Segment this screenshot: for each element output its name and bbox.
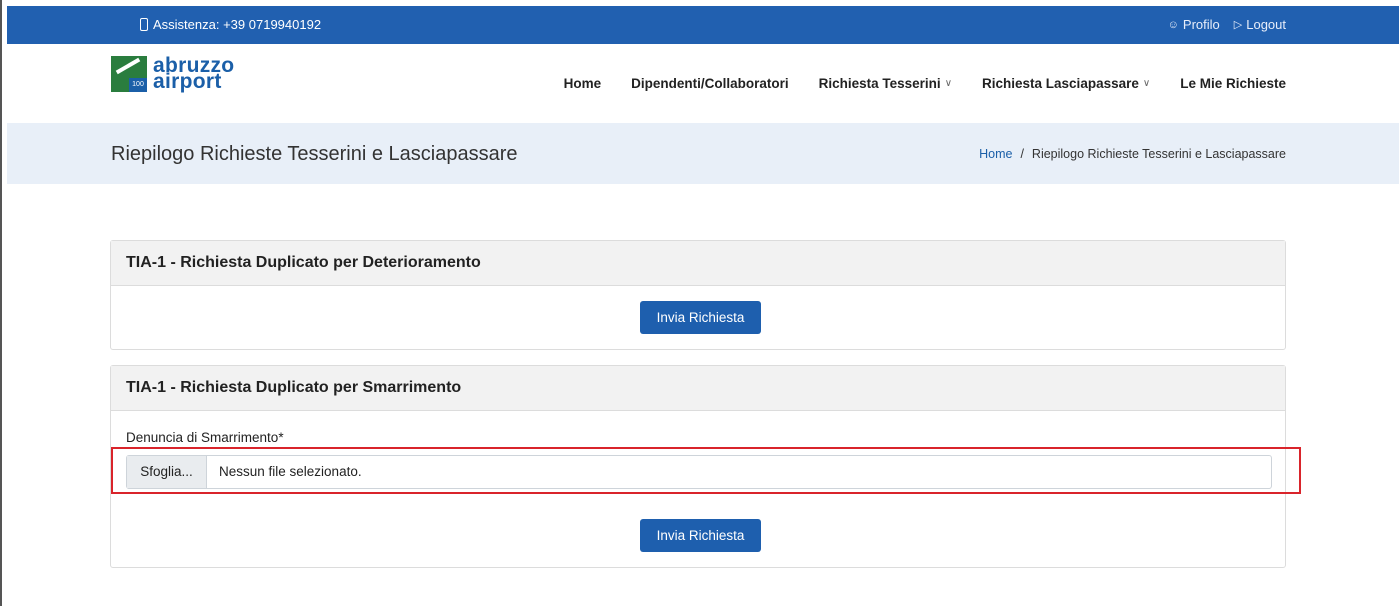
page: Assistenza: +39 0719940192 ☺ Profilo ▷ L… (7, 0, 1399, 606)
phone-icon (140, 18, 148, 31)
highlight-box (111, 447, 1301, 494)
logout-link[interactable]: ▷ Logout (1234, 17, 1286, 32)
breadcrumb-current: Riepilogo Richieste Tesserini e Lasciapa… (1031, 147, 1286, 161)
top-bar: Assistenza: +39 0719940192 ☺ Profilo ▷ L… (7, 6, 1399, 44)
card-title: TIA-1 - Richiesta Duplicato per Smarrime… (111, 366, 1285, 411)
left-edge-rule (0, 0, 2, 606)
chevron-down-icon: ∨ (1142, 78, 1151, 89)
logo[interactable]: 100 abruzzo airport (111, 54, 235, 93)
send-request-button[interactable]: Invia Richiesta (640, 301, 761, 334)
profile-label: Profilo (1182, 17, 1220, 32)
breadcrumb-home[interactable]: Home (979, 147, 1012, 161)
file-field-label: Denuncia di Smarrimento* (126, 430, 284, 445)
top-bar-links: ☺ Profilo ▷ Logout (1168, 17, 1286, 32)
main-navbar: 100 abruzzo airport Home Dipendenti/Coll… (7, 44, 1399, 123)
logo-text: abruzzo airport (153, 54, 235, 93)
assistance-info: Assistenza: +39 0719940192 (140, 17, 321, 32)
card-deterioramento: TIA-1 - Richiesta Duplicato per Deterior… (110, 240, 1286, 350)
card-title: TIA-1 - Richiesta Duplicato per Deterior… (111, 241, 1285, 286)
nav-menu: Home Dipendenti/Collaboratori Richiesta … (534, 76, 1286, 91)
nav-item-richiesta-tesserini[interactable]: Richiesta Tesserini ∨ (819, 76, 952, 91)
nav-item-richiesta-lasciapassare[interactable]: Richiesta Lasciapassare ∨ (982, 76, 1150, 91)
logo-mark: 100 (111, 56, 147, 92)
breadcrumb-separator: / (1020, 147, 1024, 161)
user-icon: ☺ (1167, 18, 1179, 31)
logout-label: Logout (1246, 17, 1286, 32)
page-header: Riepilogo Richieste Tesserini e Lasciapa… (7, 123, 1399, 184)
nav-item-home[interactable]: Home (564, 76, 602, 91)
chevron-down-icon: ∨ (944, 78, 953, 89)
logout-icon: ▷ (1233, 19, 1243, 31)
profile-link[interactable]: ☺ Profilo (1168, 17, 1220, 32)
assistance-text: Assistenza: +39 0719940192 (153, 17, 322, 32)
page-title: Riepilogo Richieste Tesserini e Lasciapa… (111, 143, 518, 165)
breadcrumb: Home / Riepilogo Richieste Tesserini e L… (979, 147, 1286, 161)
nav-item-le-mie-richieste[interactable]: Le Mie Richieste (1180, 76, 1286, 91)
send-request-button[interactable]: Invia Richiesta (640, 519, 761, 552)
nav-item-dipendenti[interactable]: Dipendenti/Collaboratori (631, 76, 789, 91)
